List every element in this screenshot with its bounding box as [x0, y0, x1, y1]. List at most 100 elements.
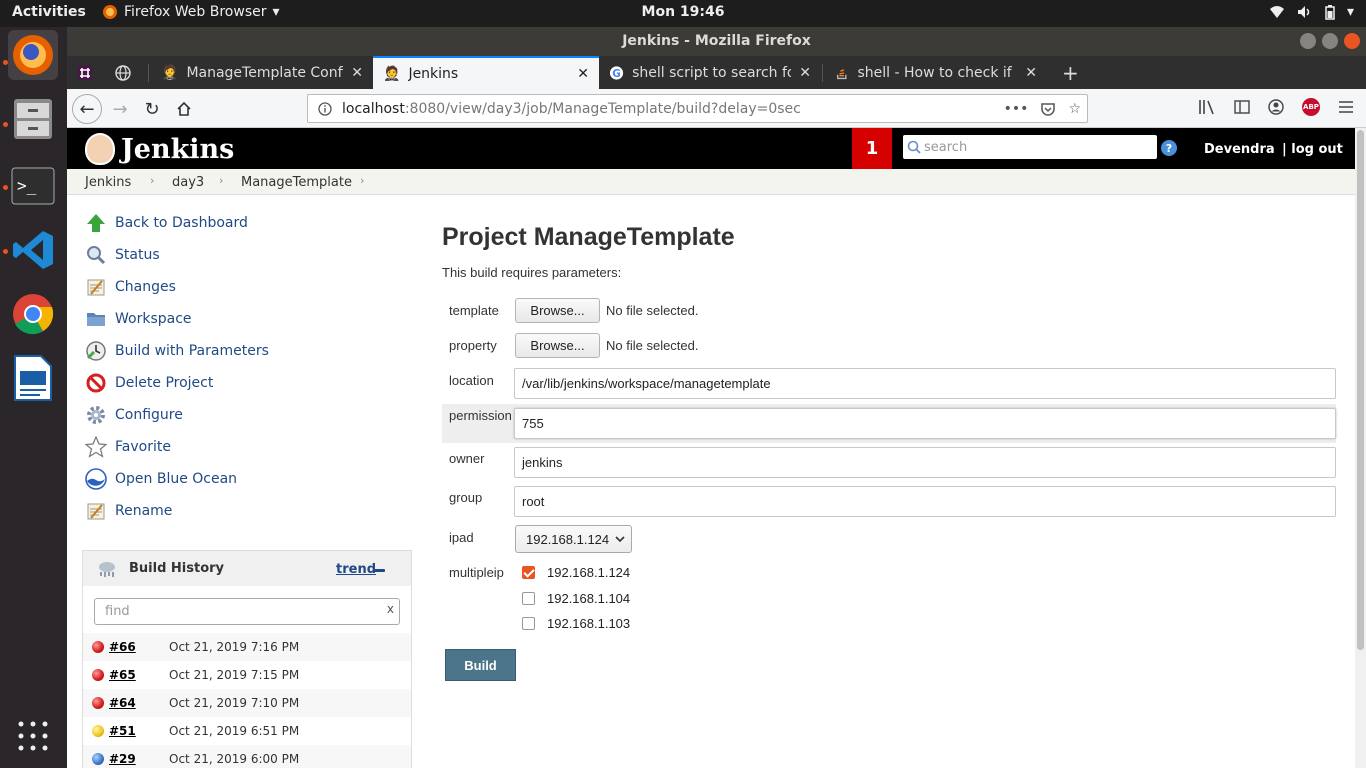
- task-back-to-dashboard[interactable]: Back to Dashboard: [85, 212, 248, 234]
- jenkins-search-input[interactable]: search: [903, 135, 1157, 159]
- adblock-plus-icon[interactable]: ABP: [1302, 98, 1320, 116]
- permission-input[interactable]: 755: [514, 408, 1336, 439]
- chevron-right-icon[interactable]: ›: [150, 174, 154, 187]
- tab-google-search[interactable]: G shell script to search for ✕: [599, 56, 821, 89]
- new-tab-button[interactable]: +: [1052, 56, 1082, 89]
- back-button[interactable]: ←: [72, 94, 102, 124]
- activities-button[interactable]: Activities: [12, 4, 86, 20]
- dock-chrome[interactable]: [8, 289, 58, 339]
- build-row[interactable]: #65 Oct 21, 2019 7:15 PM: [83, 661, 411, 689]
- chevron-right-icon[interactable]: ›: [360, 174, 364, 187]
- dock-libreoffice-writer[interactable]: [8, 353, 58, 403]
- notification-badge[interactable]: 1: [852, 128, 892, 169]
- close-tab-icon[interactable]: ✕: [577, 66, 589, 82]
- build-history-find-input[interactable]: find x: [94, 598, 400, 625]
- app-menu[interactable]: Firefox Web Browser ▾: [102, 4, 280, 20]
- close-tab-icon[interactable]: ✕: [1025, 65, 1037, 81]
- jenkins-logo[interactable]: Jenkins: [85, 133, 234, 165]
- battery-icon: [1325, 4, 1335, 20]
- build-row[interactable]: #51 Oct 21, 2019 6:51 PM: [83, 717, 411, 745]
- pinned-tab-slack[interactable]: [67, 56, 105, 89]
- owner-input[interactable]: jenkins: [514, 447, 1336, 478]
- task-favorite[interactable]: Favorite: [85, 436, 171, 458]
- checkbox-unchecked[interactable]: [522, 617, 535, 630]
- build-number-link[interactable]: #29: [109, 752, 136, 766]
- location-input[interactable]: /var/lib/jenkins/workspace/managetemplat…: [514, 368, 1336, 399]
- help-icon[interactable]: ?: [1161, 140, 1177, 156]
- build-number-link[interactable]: #51: [109, 724, 136, 738]
- dock-files[interactable]: [8, 94, 58, 144]
- forward-button[interactable]: →: [105, 94, 135, 124]
- breadcrumb-managetemplate[interactable]: ManageTemplate: [241, 175, 352, 190]
- logout-link[interactable]: | log out: [1282, 142, 1343, 157]
- info-icon[interactable]: [318, 101, 332, 116]
- build-date[interactable]: Oct 21, 2019 6:00 PM: [169, 752, 299, 766]
- multipleip-option[interactable]: 192.168.1.103: [522, 616, 630, 631]
- property-browse-button[interactable]: Browse...: [515, 333, 600, 358]
- close-tab-icon[interactable]: ✕: [351, 65, 363, 81]
- dock-firefox[interactable]: [8, 30, 58, 80]
- chevron-down-icon: ▾: [1346, 4, 1354, 20]
- tab-stackoverflow[interactable]: shell - How to check if a f ✕: [825, 56, 1047, 89]
- breadcrumb-jenkins[interactable]: Jenkins: [85, 175, 131, 190]
- close-window-button[interactable]: [1344, 33, 1360, 49]
- tab-jenkins[interactable]: 🤵 Jenkins ✕: [373, 56, 599, 89]
- account-icon[interactable]: [1268, 99, 1284, 115]
- checkbox-unchecked[interactable]: [522, 592, 535, 605]
- system-menu[interactable]: ▾: [1269, 4, 1354, 20]
- build-date[interactable]: Oct 21, 2019 6:51 PM: [169, 724, 299, 738]
- build-date[interactable]: Oct 21, 2019 7:10 PM: [169, 696, 299, 710]
- task-configure[interactable]: Configure: [85, 404, 183, 426]
- maximize-button[interactable]: [1322, 33, 1338, 49]
- task-changes[interactable]: Changes: [85, 276, 176, 298]
- build-row[interactable]: #66 Oct 21, 2019 7:16 PM: [83, 633, 411, 661]
- build-date[interactable]: Oct 21, 2019 7:15 PM: [169, 668, 299, 682]
- breadcrumb-day3[interactable]: day3: [172, 175, 204, 190]
- tab-managetemplate-config[interactable]: 🤵 ManageTemplate Config ✕: [151, 56, 373, 89]
- trend-link[interactable]: trend: [336, 562, 376, 577]
- page-scrollbar[interactable]: [1355, 128, 1366, 768]
- group-input[interactable]: root: [514, 486, 1336, 517]
- build-date[interactable]: Oct 21, 2019 7:16 PM: [169, 640, 299, 654]
- collapse-icon[interactable]: [374, 569, 385, 572]
- hamburger-menu-icon[interactable]: [1338, 100, 1354, 114]
- user-link[interactable]: Devendra: [1204, 142, 1275, 157]
- library-icon[interactable]: [1198, 99, 1216, 115]
- clock[interactable]: Mon 19:46: [642, 4, 725, 20]
- bookmark-star-icon[interactable]: ☆: [1068, 101, 1081, 117]
- ipad-select[interactable]: 192.168.1.124: [515, 525, 632, 553]
- build-button[interactable]: Build: [445, 649, 516, 681]
- chevron-right-icon[interactable]: ›: [219, 174, 223, 187]
- task-workspace[interactable]: Workspace: [85, 308, 192, 330]
- build-number-link[interactable]: #66: [109, 640, 136, 654]
- template-browse-button[interactable]: Browse...: [515, 298, 600, 323]
- task-status[interactable]: Status: [85, 244, 160, 266]
- build-number-link[interactable]: #65: [109, 668, 136, 682]
- sidebar-icon[interactable]: [1234, 100, 1250, 114]
- task-label: Workspace: [115, 311, 192, 327]
- task-delete-project[interactable]: Delete Project: [85, 372, 213, 394]
- build-row[interactable]: #64 Oct 21, 2019 7:10 PM: [83, 689, 411, 717]
- checkbox-checked[interactable]: [522, 566, 535, 579]
- reload-button[interactable]: ↻: [137, 94, 167, 124]
- dock-vscode[interactable]: [8, 225, 58, 275]
- build-row[interactable]: #29 Oct 21, 2019 6:00 PM: [83, 745, 411, 768]
- multipleip-option[interactable]: 192.168.1.124: [522, 565, 630, 580]
- home-button[interactable]: [169, 94, 199, 124]
- task-build-with-parameters[interactable]: Build with Parameters: [85, 340, 269, 362]
- tab-title: ManageTemplate Config: [186, 64, 344, 81]
- minimize-button[interactable]: [1300, 33, 1316, 49]
- url-bar[interactable]: localhost:8080/view/day3/job/ManageTempl…: [307, 94, 1088, 123]
- multipleip-option[interactable]: 192.168.1.104: [522, 591, 630, 606]
- close-tab-icon[interactable]: ✕: [799, 65, 811, 81]
- scrollbar-thumb[interactable]: [1357, 130, 1364, 650]
- show-applications-button[interactable]: [8, 711, 58, 761]
- clear-find-icon[interactable]: x: [387, 602, 394, 616]
- dock-terminal[interactable]: >_: [8, 161, 58, 211]
- build-number-link[interactable]: #64: [109, 696, 136, 710]
- page-actions-icon[interactable]: •••: [1004, 101, 1029, 117]
- pocket-icon[interactable]: [1040, 101, 1056, 117]
- task-rename[interactable]: Rename: [85, 500, 172, 522]
- pinned-tab-globe[interactable]: [105, 56, 147, 89]
- task-open-blue-ocean[interactable]: Open Blue Ocean: [85, 468, 237, 490]
